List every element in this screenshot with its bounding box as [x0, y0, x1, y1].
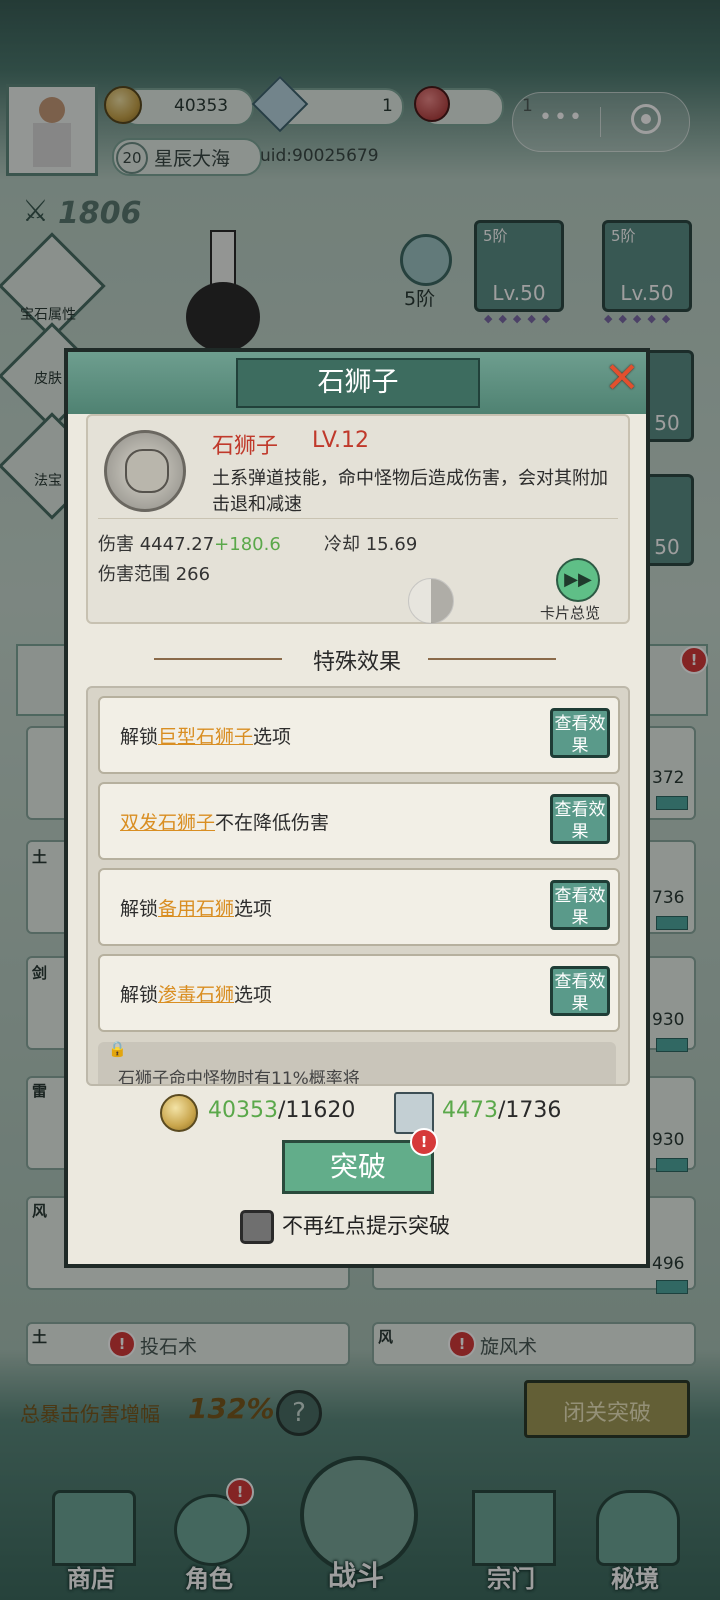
range-label: 伤害范围 [98, 564, 170, 585]
view-effect-button[interactable]: 查看效果 [550, 794, 610, 844]
skill-name: 石狮子 [212, 434, 279, 459]
skill-description: 土系弹道技能，命中怪物后造成伤害，会对其附加击退和减速 [212, 468, 608, 515]
damage-bonus: +180.6 [214, 534, 281, 555]
scroll-have: 4473 [442, 1098, 498, 1123]
effect-row: 解锁渗毒石狮选项 查看效果 [98, 954, 620, 1032]
coin-cost: 40353/11620 [208, 1098, 355, 1123]
locked-effect-text: 石狮子命中怪物时有11%概率将 [118, 1069, 360, 1086]
damage-value: 4447.27 [139, 534, 215, 555]
modal-title: 石狮子 [236, 358, 480, 408]
effect-text: 双发石狮子不在降低伤害 [120, 812, 330, 834]
divider-right [428, 658, 556, 660]
close-icon[interactable]: ✕ [600, 356, 644, 400]
card-overview-button[interactable]: ▶▶ [556, 558, 600, 602]
modal-header: 石狮子 ✕ [68, 352, 646, 414]
card-overview-label: 卡片总览 [540, 604, 601, 622]
yin-yang-icon [408, 578, 454, 624]
fast-forward-icon: ▶▶ [564, 569, 592, 590]
range-value: 266 [175, 564, 211, 585]
view-effect-button[interactable]: 查看效果 [550, 880, 610, 930]
coin-have: 40353 [208, 1098, 278, 1123]
cooldown-value: 15.69 [365, 534, 418, 555]
stone-lion-icon [104, 430, 186, 512]
effect-link[interactable]: 备用石狮 [158, 898, 234, 920]
effects-list[interactable]: 解锁巨型石狮子选项 查看效果 双发石狮子不在降低伤害 查看效果 解锁备用石狮选项… [86, 686, 630, 1086]
scroll-need: /1736 [498, 1098, 562, 1123]
effect-row: 解锁巨型石狮子选项 查看效果 [98, 696, 620, 774]
coin-need: /11620 [278, 1098, 356, 1123]
effect-row: 双发石狮子不在降低伤害 查看效果 [98, 782, 620, 860]
effect-link[interactable]: 巨型石狮子 [158, 726, 253, 748]
notification-badge: ! [410, 1128, 438, 1156]
view-effect-button[interactable]: 查看效果 [550, 708, 610, 758]
skill-info-panel: 石狮子 LV.12 土系弹道技能，命中怪物后造成伤害，会对其附加击退和减速 伤害… [86, 414, 630, 624]
damage-label: 伤害 [98, 534, 134, 555]
effect-text: 解锁巨型石狮子选项 [120, 726, 292, 748]
effect-text: 解锁渗毒石狮选项 [120, 984, 273, 1006]
skill-detail-modal: 石狮子 ✕ 石狮子 LV.12 土系弹道技能，命中怪物后造成伤害，会对其附加击退… [64, 348, 650, 1268]
no-reminder-checkbox[interactable] [240, 1210, 274, 1244]
range-stat: 伤害范围 266 [98, 560, 210, 586]
coin-icon [160, 1094, 198, 1132]
effect-link[interactable]: 双发石狮子 [120, 812, 215, 834]
special-effects-title: 特殊效果 [312, 650, 401, 675]
effect-text: 解锁备用石狮选项 [120, 898, 273, 920]
locked-effect-row: 🔒 石狮子命中怪物时有11%概率将 [98, 1040, 616, 1086]
no-reminder-label: 不再红点提示突破 [282, 1214, 450, 1238]
skill-level: LV.12 [312, 428, 370, 453]
effect-link[interactable]: 渗毒石狮 [158, 984, 234, 1006]
damage-stat: 伤害 4447.27+180.6 [98, 530, 281, 556]
cooldown-label: 冷却 [324, 534, 360, 555]
scroll-cost: 4473/1736 [442, 1098, 561, 1123]
cooldown-stat: 冷却 15.69 [324, 530, 417, 556]
lock-icon: 🔒 [108, 1040, 127, 1058]
effect-row: 解锁备用石狮选项 查看效果 [98, 868, 620, 946]
view-effect-button[interactable]: 查看效果 [550, 966, 610, 1016]
